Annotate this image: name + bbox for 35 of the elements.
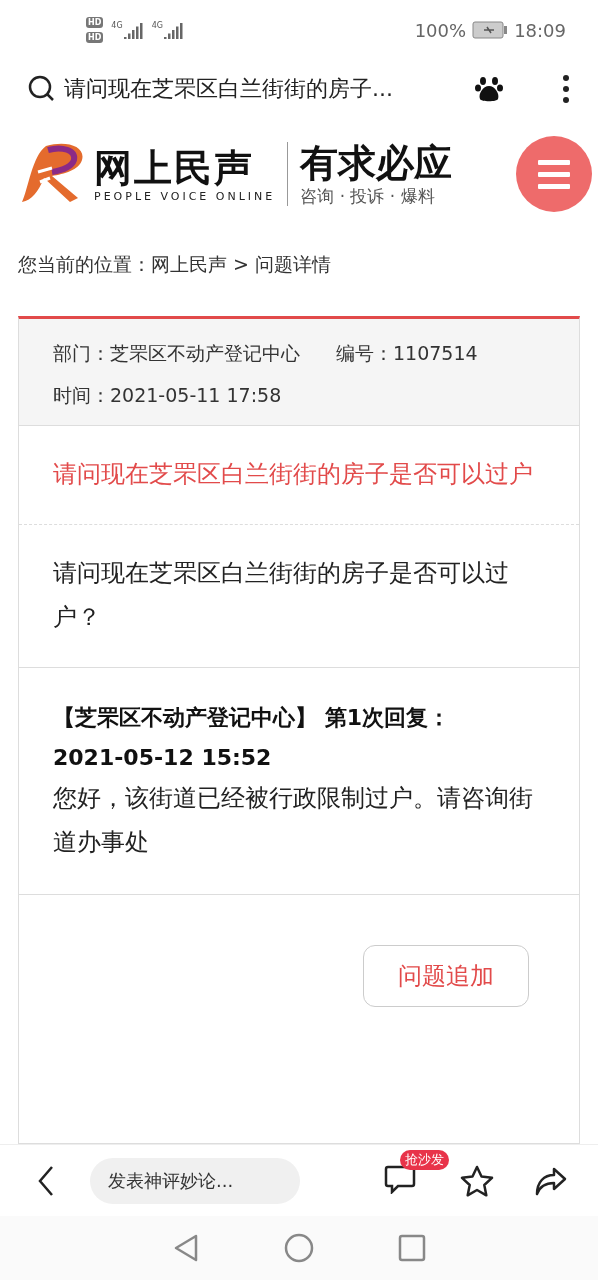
nav-back-icon[interactable]: [172, 1233, 200, 1263]
sim-badge: HD: [86, 32, 104, 43]
clock: 18:09: [514, 19, 566, 41]
logo-subtitle: PEOPLE VOICE ONLINE: [94, 189, 276, 203]
add-question-button[interactable]: 问题追加: [363, 945, 529, 1007]
submit-time: 时间：2021-05-11 17:58: [53, 383, 283, 408]
slogan-subtitle: 咨询 · 投诉 · 爆料: [300, 184, 436, 208]
slogan: 有求必应: [300, 140, 453, 185]
issue-number: 编号：1107514: [336, 341, 478, 366]
search-icon: [28, 75, 56, 103]
battery-icon: [472, 21, 509, 39]
nav-recents-icon[interactable]: [398, 1234, 426, 1262]
share-icon[interactable]: [534, 1165, 568, 1196]
back-icon[interactable]: [36, 1164, 56, 1197]
signal-icon: [123, 21, 144, 39]
star-icon[interactable]: [460, 1164, 494, 1197]
logo-name: 网上民声: [94, 145, 255, 190]
network-label: 4G: [151, 21, 163, 30]
reply-heading: 【芝罘区不动产登记中心】 第1次回复：: [53, 704, 451, 732]
department: 部门：芝罘区不动产登记中心: [53, 341, 300, 366]
sim-badge: HD: [86, 17, 104, 28]
question-text: 请问现在芝罘区白兰街街的房子是否可以过户？: [53, 558, 510, 633]
question-title: 请问现在芝罘区白兰街街的房子是否可以过户: [53, 459, 534, 490]
page-title[interactable]: 请问现在芝罘区白兰街街的房子...: [64, 74, 466, 104]
signal-icon: [163, 21, 184, 39]
network-label: 4G: [111, 21, 123, 30]
battery-percent: 100%: [414, 19, 467, 41]
reply-text: 您好，该街道已经被行政限制过户。请咨询街道办事处: [53, 783, 534, 858]
reply-time: 2021-05-12 15:52: [53, 744, 273, 772]
comment-badge: 抢沙发: [400, 1149, 449, 1170]
breadcrumb: 您当前的位置：网上民声 > 问题详情: [17, 252, 332, 277]
more-icon[interactable]: [562, 74, 570, 104]
nav-home-icon[interactable]: [284, 1233, 314, 1263]
comment-field[interactable]: 发表神评妙论...: [90, 1157, 300, 1204]
paw-icon[interactable]: [474, 74, 504, 104]
